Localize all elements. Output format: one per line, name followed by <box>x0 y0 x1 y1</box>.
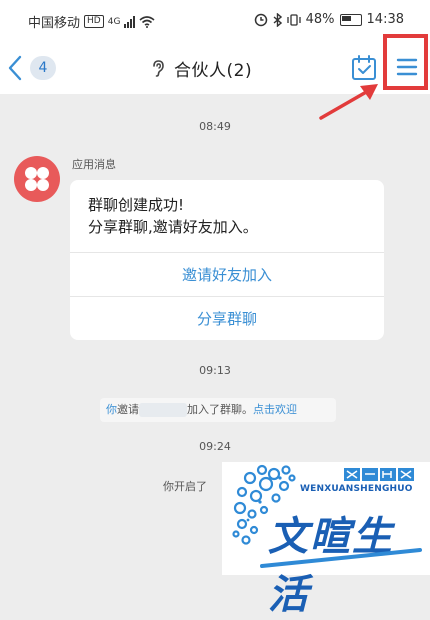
signal-icon <box>124 15 136 28</box>
timestamp: 09:24 <box>199 440 231 453</box>
four-petal-logo-icon <box>25 167 49 191</box>
calendar-check-icon <box>352 55 376 80</box>
share-group-button[interactable]: 分享群聊 <box>70 296 384 341</box>
chat-title: 合伙人(2) <box>174 60 253 81</box>
notice-joined-text: 加入了群聊。 <box>187 403 253 416</box>
status-left: 中国移动 HD 4G <box>28 12 155 31</box>
invite-friends-button[interactable]: 邀请好友加入 <box>70 252 384 297</box>
timestamp: 08:49 <box>199 120 231 133</box>
chat-title-group[interactable]: 合伙人(2) <box>150 56 253 81</box>
blurred-name <box>139 403 187 417</box>
welcome-link[interactable]: 点击欢迎 <box>253 403 297 416</box>
clock: 14:38 <box>366 12 404 27</box>
wifi-icon <box>139 15 155 28</box>
watermark-logo: WENXUANSHENGHUO 文暄生活 <box>222 462 430 618</box>
bluetooth-icon <box>273 12 282 27</box>
calendar-button[interactable] <box>350 54 378 82</box>
menu-button[interactable] <box>390 50 422 84</box>
alarm-icon <box>254 13 267 26</box>
battery-percent: 48% <box>305 12 335 27</box>
hamburger-menu-icon <box>396 58 418 76</box>
notice-invite-text: 邀请 <box>117 403 139 416</box>
swoosh-icon <box>260 548 422 568</box>
battery-icon <box>339 13 362 26</box>
red-arrow-icon <box>319 84 378 120</box>
timestamp: 09:13 <box>199 364 231 377</box>
status-right: 48% 14:38 <box>254 12 404 27</box>
group-created-card: 群聊创建成功! 分享群聊,邀请好友加入。 邀请好友加入 分享群聊 <box>70 180 384 340</box>
network-label: 4G <box>107 16 121 27</box>
card-message: 群聊创建成功! 分享群聊,邀请好友加入。 <box>88 196 258 236</box>
status-bar: 中国移动 HD 4G 48% 14:38 <box>0 0 430 42</box>
hd-badge: HD <box>84 15 104 28</box>
ear-icon <box>153 60 164 77</box>
unread-count-badge[interactable]: 4 <box>30 56 56 80</box>
system-notice-partial: 你开启了 <box>163 480 207 493</box>
chevron-left-icon <box>8 55 22 81</box>
vibrate-icon <box>286 13 301 26</box>
notice-you-link[interactable]: 你 <box>106 403 117 416</box>
carrier-label: 中国移动 <box>28 16 81 31</box>
join-notice: 你邀请 加入了群聊。点击欢迎 <box>100 398 336 422</box>
sender-name: 应用消息 <box>72 158 116 171</box>
app-message-avatar[interactable] <box>14 156 60 202</box>
